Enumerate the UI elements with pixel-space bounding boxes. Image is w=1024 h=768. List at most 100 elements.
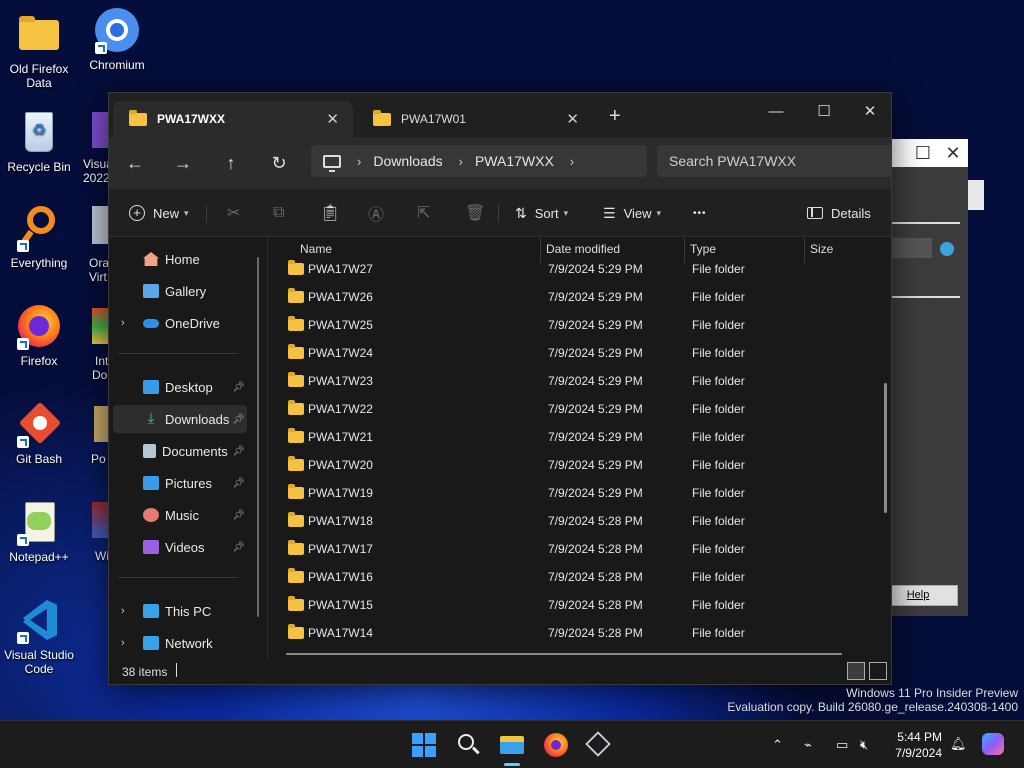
desktop-icon-chromium[interactable]: Chromium bbox=[79, 6, 155, 72]
file-row[interactable]: PWA17W14 7/9/2024 5:28 PM File folder bbox=[268, 619, 880, 647]
breadcrumb-downloads[interactable]: Downloads bbox=[373, 153, 442, 169]
notification-bell-icon[interactable]: 🔔︎ bbox=[950, 736, 967, 752]
large-icons-view-button[interactable] bbox=[869, 662, 887, 680]
sidebar-item-label: Downloads bbox=[165, 411, 230, 427]
chevron-right-icon[interactable]: › bbox=[121, 317, 125, 329]
pin-icon[interactable]: 📌︎ bbox=[232, 414, 245, 425]
new-tab-button[interactable]: + bbox=[609, 105, 621, 128]
close-button[interactable]: ✕ bbox=[847, 97, 891, 127]
file-row[interactable]: PWA17W20 7/9/2024 5:29 PM File folder bbox=[268, 451, 880, 479]
desktop-icon-recycle-bin[interactable]: ♻ Recycle Bin bbox=[1, 108, 77, 174]
copilot-icon[interactable] bbox=[982, 733, 1004, 755]
clock[interactable]: 5:44 PM 7/9/2024 bbox=[880, 729, 942, 761]
desktop-icon-git-bash[interactable]: Git Bash bbox=[1, 400, 77, 466]
details-pane-button[interactable]: Details bbox=[807, 189, 871, 237]
refresh-button[interactable]: ↻ bbox=[267, 151, 291, 175]
file-row[interactable]: PWA17W27 7/9/2024 5:29 PM File folder bbox=[268, 255, 880, 283]
file-row[interactable]: PWA17W22 7/9/2024 5:29 PM File folder bbox=[268, 395, 880, 423]
file-row[interactable]: PWA17W18 7/9/2024 5:28 PM File folder bbox=[268, 507, 880, 535]
sidebar-item-this-pc[interactable]: › This PC bbox=[113, 597, 247, 625]
firefox-taskbar-button[interactable] bbox=[540, 729, 572, 761]
paste-button[interactable]: 📋︎ bbox=[320, 189, 340, 237]
desktop-icon-everything[interactable]: Everything bbox=[1, 204, 77, 270]
virtualbox-taskbar-button[interactable] bbox=[582, 729, 614, 761]
more-options-button[interactable]: ••• bbox=[693, 189, 707, 237]
close-tab-icon[interactable]: ✕ bbox=[566, 110, 579, 128]
tab-pwa17wxx[interactable]: PWA17WXX ✕ bbox=[113, 101, 353, 137]
details-view-button[interactable] bbox=[847, 662, 865, 680]
pin-icon[interactable]: 📌︎ bbox=[232, 382, 245, 393]
file-row[interactable]: PWA17W15 7/9/2024 5:28 PM File folder bbox=[268, 591, 880, 619]
tab-pwa17w01[interactable]: PWA17W01 ✕ bbox=[357, 101, 593, 137]
title-bar[interactable]: PWA17WXX ✕ PWA17W01 ✕ + — ☐ ✕ bbox=[109, 93, 891, 137]
network-offline-icon[interactable]: ⌁ bbox=[804, 737, 812, 753]
sidebar-item-downloads[interactable]: ⤓ Downloads 📌︎ bbox=[113, 405, 247, 433]
sidebar-item-label: This PC bbox=[165, 603, 212, 619]
close-tab-icon[interactable]: ✕ bbox=[326, 110, 339, 128]
view-button[interactable]: ☰ View ▾ bbox=[603, 189, 661, 237]
breadcrumb-current[interactable]: PWA17WXX bbox=[475, 153, 554, 169]
pin-icon[interactable]: 📌︎ bbox=[232, 478, 245, 489]
sidebar-item-onedrive[interactable]: › OneDrive bbox=[113, 309, 247, 337]
sidebar-scrollbar[interactable] bbox=[257, 257, 259, 617]
file-row[interactable]: PWA17W25 7/9/2024 5:29 PM File folder bbox=[268, 311, 880, 339]
sidebar-item-home[interactable]: Home bbox=[113, 245, 247, 273]
up-button[interactable]: ↑ bbox=[219, 151, 243, 175]
file-row[interactable]: PWA17W26 7/9/2024 5:29 PM File folder bbox=[268, 283, 880, 311]
search-button[interactable] bbox=[452, 729, 484, 761]
chevron-right-icon[interactable]: › bbox=[121, 637, 125, 649]
desktop-icon-old-firefox-data[interactable]: Old Firefox Data bbox=[1, 10, 77, 90]
display-icon[interactable]: ▭ bbox=[836, 737, 848, 753]
sort-button[interactable]: ⇅ Sort ▾ bbox=[515, 189, 568, 237]
file-date-modified: 7/9/2024 5:29 PM bbox=[548, 486, 643, 500]
file-row[interactable]: PWA17W21 7/9/2024 5:29 PM File folder bbox=[268, 423, 880, 451]
start-button[interactable] bbox=[408, 729, 440, 761]
file-row[interactable]: PWA17W19 7/9/2024 5:29 PM File folder bbox=[268, 479, 880, 507]
copy-button[interactable]: ⧉ bbox=[273, 189, 284, 237]
sidebar-item-videos[interactable]: Videos 📌︎ bbox=[113, 533, 247, 561]
file-row[interactable]: PWA17W24 7/9/2024 5:29 PM File folder bbox=[268, 339, 880, 367]
back-button[interactable]: ← bbox=[123, 151, 147, 175]
background-dialog[interactable]: ☐ ✕ bbox=[880, 139, 968, 616]
file-row[interactable]: PWA17W16 7/9/2024 5:28 PM File folder bbox=[268, 563, 880, 591]
folder-icon bbox=[288, 344, 304, 359]
pin-icon[interactable]: 📌︎ bbox=[232, 510, 245, 521]
sidebar-item-desktop[interactable]: Desktop 📌︎ bbox=[113, 373, 247, 401]
delete-button[interactable]: 🗑︎ bbox=[465, 189, 485, 237]
sidebar-item-documents[interactable]: Documents 📌︎ bbox=[113, 437, 247, 465]
forward-button[interactable]: → bbox=[171, 151, 195, 175]
close-icon[interactable]: ✕ bbox=[938, 143, 968, 164]
chevron-up-icon[interactable]: ⌃ bbox=[772, 737, 783, 753]
file-name: PWA17W16 bbox=[308, 570, 373, 584]
desktop-icon-firefox[interactable]: Firefox bbox=[1, 302, 77, 368]
maximize-button[interactable]: ☐ bbox=[801, 97, 847, 127]
desktop-icon-vscode[interactable]: Visual Studio Code bbox=[1, 596, 77, 676]
background-dialog-combo[interactable] bbox=[892, 238, 932, 258]
search-input[interactable]: Search PWA17WXX bbox=[657, 145, 891, 177]
desktop-icon-notepad-plus-plus[interactable]: Notepad++ bbox=[1, 498, 77, 564]
minimize-button[interactable]: — bbox=[753, 97, 799, 127]
maximize-icon[interactable]: ☐ bbox=[908, 143, 938, 164]
sidebar-item-music[interactable]: Music 📌︎ bbox=[113, 501, 247, 529]
chevron-right-icon[interactable]: › bbox=[459, 154, 463, 169]
share-button[interactable]: ⇱ bbox=[417, 189, 430, 237]
sidebar-item-network[interactable]: › Network bbox=[113, 629, 247, 657]
pin-icon[interactable]: 📌︎ bbox=[232, 446, 245, 457]
chevron-right-icon[interactable]: › bbox=[570, 154, 574, 169]
horizontal-scrollbar[interactable] bbox=[286, 653, 842, 655]
sidebar-item-gallery[interactable]: Gallery bbox=[113, 277, 247, 305]
chevron-right-icon[interactable]: › bbox=[121, 605, 125, 617]
sidebar-item-pictures[interactable]: Pictures 📌︎ bbox=[113, 469, 247, 497]
pin-icon[interactable]: 📌︎ bbox=[232, 542, 245, 553]
file-row[interactable]: PWA17W17 7/9/2024 5:28 PM File folder bbox=[268, 535, 880, 563]
rename-button[interactable]: Ⓐ bbox=[368, 189, 384, 237]
volume-muted-icon[interactable]: 🔇︎ bbox=[860, 737, 868, 753]
address-bar[interactable]: › Downloads › PWA17WXX › bbox=[311, 145, 647, 177]
file-explorer-taskbar-button[interactable] bbox=[496, 729, 528, 761]
chevron-right-icon[interactable]: › bbox=[357, 154, 361, 169]
file-explorer-window[interactable]: PWA17WXX ✕ PWA17W01 ✕ + — ☐ ✕ ← → ↑ ↻ › … bbox=[108, 92, 892, 685]
new-button[interactable]: + New ▾ bbox=[129, 189, 189, 237]
file-row[interactable]: PWA17W23 7/9/2024 5:29 PM File folder bbox=[268, 367, 880, 395]
vertical-scrollbar[interactable] bbox=[884, 383, 887, 513]
cut-button[interactable]: ✂ bbox=[227, 189, 240, 237]
